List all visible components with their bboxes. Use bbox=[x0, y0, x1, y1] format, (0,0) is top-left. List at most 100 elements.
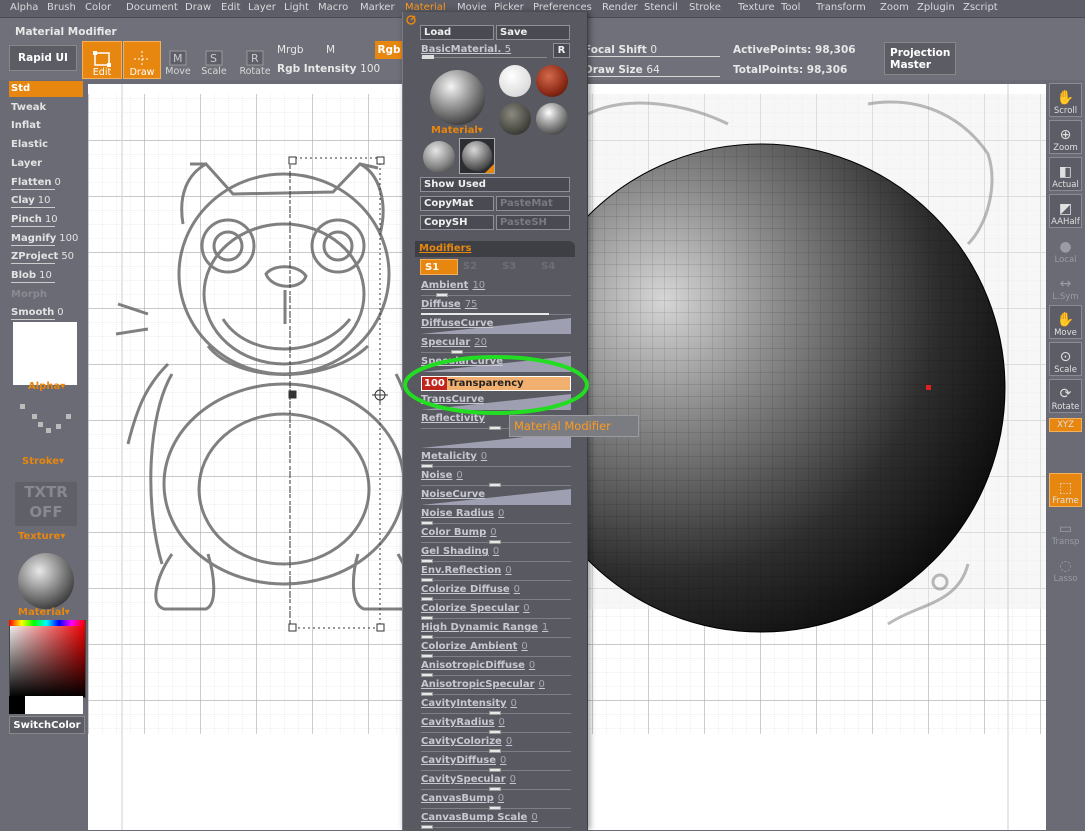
menu-brush[interactable]: Brush bbox=[47, 2, 76, 13]
noise-radius-slider[interactable]: Noise Radius 0 bbox=[421, 508, 571, 527]
secondary-color-swatch[interactable] bbox=[9, 696, 25, 714]
tab-s3[interactable]: S3 bbox=[498, 259, 536, 275]
shelf-transp-button[interactable]: ▭ Transp bbox=[1049, 513, 1082, 547]
canvasbump-scale-slider[interactable]: CanvasBump Scale 0 bbox=[421, 812, 571, 831]
scale-button[interactable]: S Scale bbox=[196, 41, 232, 77]
shelf-l-sym-button[interactable]: ↔ L.Sym bbox=[1049, 268, 1082, 302]
alpha-preview[interactable] bbox=[13, 322, 77, 385]
draw-button[interactable]: Draw bbox=[123, 41, 161, 79]
diffuse-slider[interactable]: Diffuse 75 bbox=[421, 299, 571, 318]
menu-macro[interactable]: Macro bbox=[318, 2, 348, 13]
brush-flatten[interactable]: Flatten 0 bbox=[9, 175, 83, 191]
brush-blob[interactable]: Blob 10 bbox=[9, 268, 83, 284]
menu-edit[interactable]: Edit bbox=[221, 2, 240, 13]
canvasbump-slider[interactable]: CanvasBump 0 bbox=[421, 793, 571, 812]
menu-document[interactable]: Document bbox=[126, 2, 178, 13]
shelf-aahalf-button[interactable]: ◩ AAHalf bbox=[1049, 194, 1082, 228]
menu-zplugin[interactable]: Zplugin bbox=[917, 2, 955, 13]
flat-white-material[interactable] bbox=[499, 65, 531, 97]
menu-light[interactable]: Light bbox=[284, 2, 309, 13]
high-dynamic-range-slider[interactable]: High Dynamic Range 1 bbox=[421, 622, 571, 641]
modifiers-header[interactable]: Modifiers bbox=[415, 241, 575, 257]
projection-master-button[interactable]: Projection Master bbox=[884, 42, 956, 75]
menu-layer[interactable]: Layer bbox=[248, 2, 276, 13]
paste-mat-button[interactable]: PasteMat bbox=[496, 196, 570, 211]
brush-layer[interactable]: Layer bbox=[9, 156, 83, 172]
shelf-rotate-button[interactable]: ⟳ Rotate bbox=[1049, 379, 1082, 413]
gel-shading-slider[interactable]: Gel Shading 0 bbox=[421, 546, 571, 565]
material-button[interactable]: Material▾ bbox=[18, 607, 70, 618]
material-dropdown[interactable]: Material▾ bbox=[431, 125, 483, 136]
focal-shift-slider[interactable]: Focal Shift 0 bbox=[584, 44, 657, 56]
save-button[interactable]: Save bbox=[496, 25, 570, 40]
hue-strip[interactable] bbox=[9, 620, 84, 626]
red-wax-material[interactable] bbox=[536, 65, 568, 97]
palette-pin-icon[interactable] bbox=[406, 15, 416, 25]
brush-std[interactable]: Std bbox=[9, 81, 83, 97]
metalicity-slider[interactable]: Metalicity 0 bbox=[421, 451, 571, 470]
cavityradius-slider[interactable]: CavityRadius 0 bbox=[421, 717, 571, 736]
ambient-slider[interactable]: Ambient 10 bbox=[421, 280, 571, 299]
color-picker-square[interactable] bbox=[9, 620, 86, 698]
rgb-button[interactable]: Rgb bbox=[375, 41, 403, 59]
brush-pinch[interactable]: Pinch 10 bbox=[9, 212, 83, 228]
material-sphere-preview[interactable] bbox=[18, 553, 74, 609]
menu-color[interactable]: Color bbox=[85, 2, 111, 13]
basic-material-thumb[interactable] bbox=[423, 141, 455, 173]
texture-button[interactable]: Texture▾ bbox=[18, 531, 65, 542]
shelf-local-button[interactable]: ● Local bbox=[1049, 231, 1082, 265]
stroke-button[interactable]: Stroke▾ bbox=[22, 456, 64, 467]
edit-button[interactable]: Edit bbox=[82, 41, 122, 79]
copy-mat-button[interactable]: CopyMat bbox=[420, 196, 494, 211]
mrgb-button[interactable]: Mrgb bbox=[277, 44, 304, 56]
basic-material-slider[interactable]: BasicMaterial. 5 bbox=[421, 44, 511, 55]
dark-matte-material[interactable] bbox=[499, 103, 531, 135]
brush-magnify[interactable]: Magnify 100 bbox=[9, 231, 83, 247]
anisotropicdiffuse-slider[interactable]: AnisotropicDiffuse 0 bbox=[421, 660, 571, 679]
current-material-sphere[interactable] bbox=[430, 70, 485, 125]
m-button[interactable]: M bbox=[326, 44, 335, 56]
cavitydiffuse-slider[interactable]: CavityDiffuse 0 bbox=[421, 755, 571, 774]
menu-alpha[interactable]: Alpha bbox=[10, 2, 38, 13]
shelf-move-button[interactable]: ✋ Move bbox=[1049, 305, 1082, 339]
colorize-specular-slider[interactable]: Colorize Specular 0 bbox=[421, 603, 571, 622]
menu-zoom[interactable]: Zoom bbox=[880, 2, 909, 13]
shelf-lasso-button[interactable]: ◌ Lasso bbox=[1049, 550, 1082, 584]
brush-tweak[interactable]: Tweak bbox=[9, 100, 83, 116]
load-button[interactable]: Load bbox=[420, 25, 494, 40]
menu-tool[interactable]: Tool bbox=[781, 2, 800, 13]
brush-zproject[interactable]: ZProject 50 bbox=[9, 249, 83, 265]
brush-morph[interactable]: Morph bbox=[9, 287, 83, 303]
menu-render[interactable]: Render bbox=[602, 2, 638, 13]
paste-sh-button[interactable]: PasteSH bbox=[496, 215, 570, 230]
tab-s2[interactable]: S2 bbox=[459, 259, 497, 275]
shelf-actual-button[interactable]: ◧ Actual bbox=[1049, 157, 1082, 191]
draw-size-slider[interactable]: Draw Size 64 bbox=[584, 64, 660, 76]
brush-smooth[interactable]: Smooth 0 bbox=[9, 305, 83, 321]
chrome-material[interactable] bbox=[536, 103, 568, 135]
color-bump-slider[interactable]: Color Bump 0 bbox=[421, 527, 571, 546]
colorize-ambient-slider[interactable]: Colorize Ambient 0 bbox=[421, 641, 571, 660]
brush-inflat[interactable]: Inflat bbox=[9, 118, 83, 134]
shelf-rotate-mode-button[interactable] bbox=[1049, 438, 1082, 452]
shelf-xyz-button[interactable]: XYZ bbox=[1049, 418, 1082, 432]
tab-s1[interactable]: S1 bbox=[420, 259, 458, 275]
shelf-zoom-button[interactable]: ⊕ Zoom bbox=[1049, 120, 1082, 154]
menu-transform[interactable]: Transform bbox=[816, 2, 866, 13]
shelf-scroll-button[interactable]: ✋ Scroll bbox=[1049, 83, 1082, 117]
rgb-intensity-slider[interactable]: Rgb Intensity 100 bbox=[277, 63, 380, 75]
rapid-ui-button[interactable]: Rapid UI bbox=[9, 45, 77, 71]
r-button[interactable]: R bbox=[553, 43, 570, 58]
tab-s4[interactable]: S4 bbox=[537, 259, 575, 275]
main-color-swatch[interactable] bbox=[25, 696, 83, 714]
menu-marker[interactable]: Marker bbox=[360, 2, 395, 13]
selected-material-thumb[interactable] bbox=[459, 138, 495, 174]
diffusecurve-editor[interactable]: DiffuseCurve bbox=[421, 318, 571, 334]
switch-color-button[interactable]: SwitchColor bbox=[9, 716, 85, 734]
show-used-button[interactable]: Show Used bbox=[420, 177, 570, 192]
noisecurve-editor[interactable]: NoiseCurve bbox=[421, 489, 571, 505]
menu-stroke[interactable]: Stroke bbox=[689, 2, 721, 13]
cavityspecular-slider[interactable]: CavitySpecular 0 bbox=[421, 774, 571, 793]
anisotropicspecular-slider[interactable]: AnisotropicSpecular 0 bbox=[421, 679, 571, 698]
menu-texture[interactable]: Texture bbox=[738, 2, 775, 13]
